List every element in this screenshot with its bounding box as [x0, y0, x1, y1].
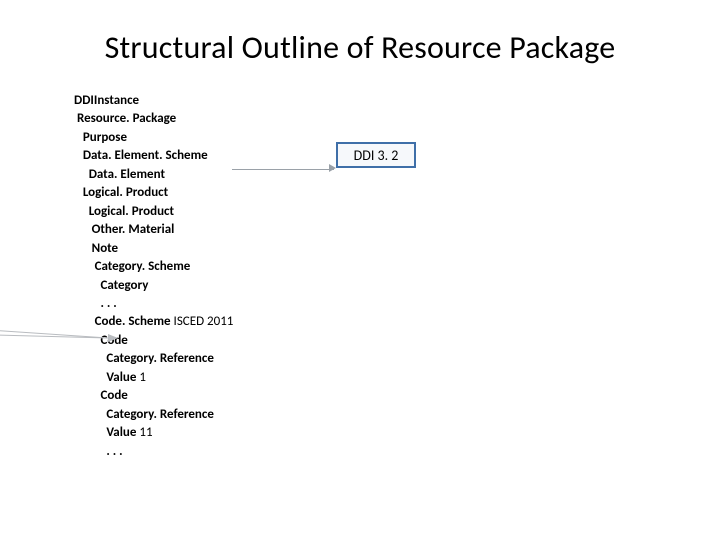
outline-line: Data. Element. Scheme	[74, 147, 233, 165]
outline-line: DDIInstance	[74, 92, 233, 110]
page-title: Structural Outline of Resource Package	[0, 28, 720, 67]
outline-line: Category. Scheme	[74, 258, 233, 276]
outline-line: Data. Element	[74, 166, 233, 184]
outline-line: Code	[74, 387, 233, 405]
pointer-arrow-icon	[0, 326, 118, 346]
outline-line: Value 11	[74, 424, 233, 442]
outline-line: Logical. Product	[74, 184, 233, 202]
connector-arrow-icon	[232, 160, 334, 170]
outline-value: ISCED 2011	[174, 314, 234, 329]
outline-line: . . .	[74, 443, 233, 461]
outline-line: Category. Reference	[74, 350, 233, 368]
outline-line: Other. Material	[74, 221, 233, 239]
outline-line: Value 1	[74, 369, 233, 387]
outline-tree: DDIInstance Resource. Package Purpose Da…	[74, 92, 233, 461]
outline-line: Note	[74, 240, 233, 258]
outline-line: . . .	[74, 295, 233, 313]
outline-line: Category	[74, 277, 233, 295]
outline-value: 1	[139, 370, 146, 385]
outline-label: Value	[74, 425, 139, 440]
outline-line: Resource. Package	[74, 110, 233, 128]
version-badge-label: DDI 3. 2	[354, 147, 399, 164]
outline-line: Purpose	[74, 129, 233, 147]
outline-value: 11	[139, 425, 152, 440]
outline-label: Value	[74, 370, 139, 385]
outline-line: Category. Reference	[74, 406, 233, 424]
outline-line: Logical. Product	[74, 203, 233, 221]
version-badge: DDI 3. 2	[336, 142, 416, 168]
